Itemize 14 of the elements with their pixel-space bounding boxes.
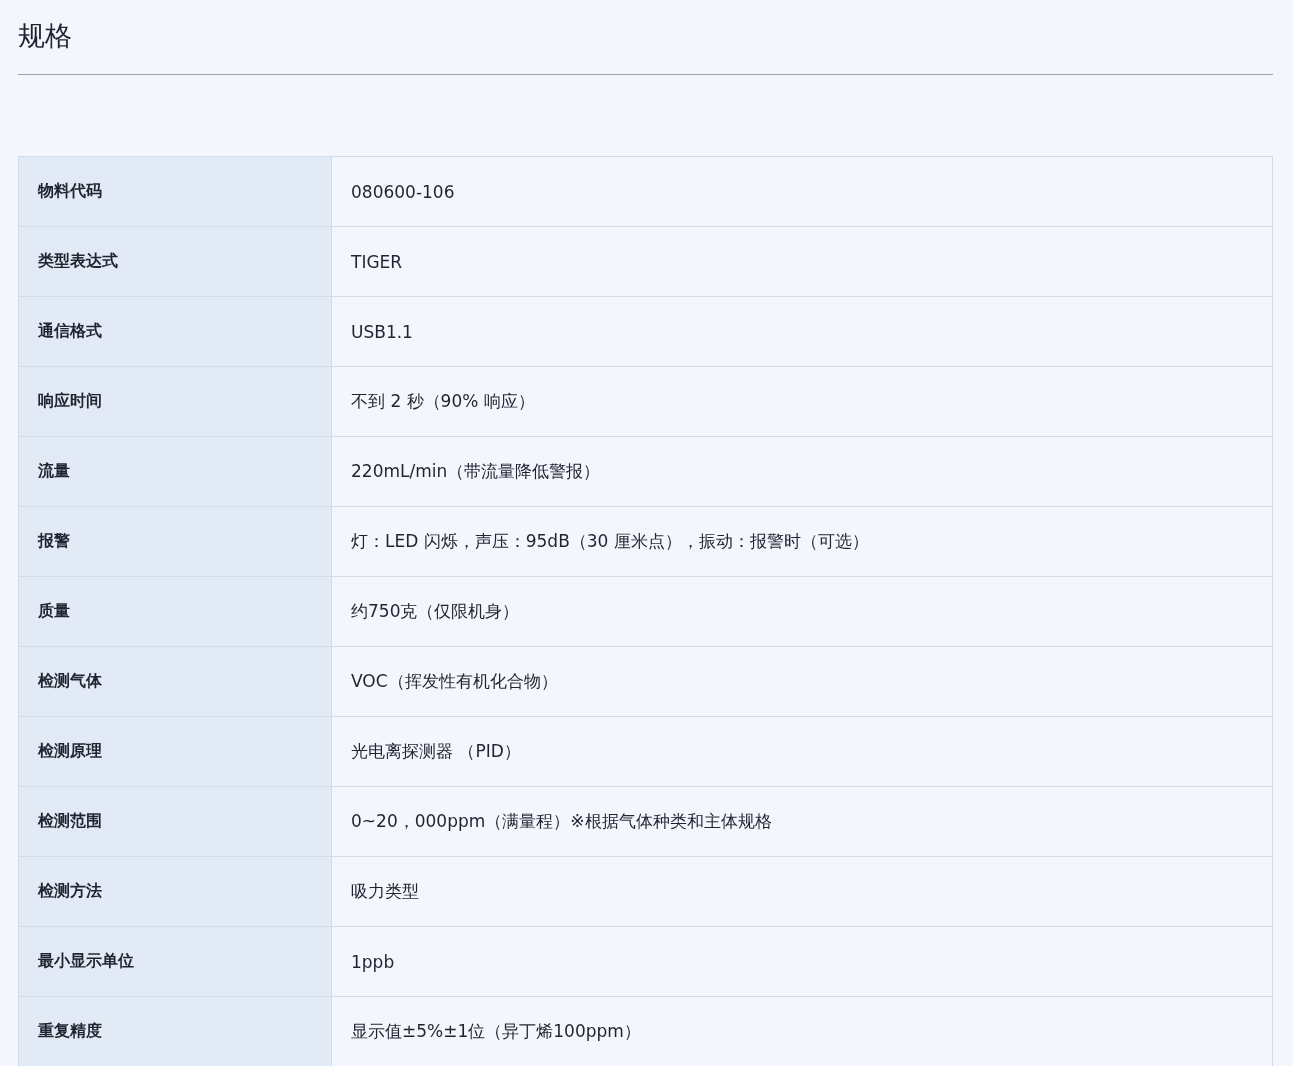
- header-cell: 通信格式: [19, 297, 332, 367]
- header-cell: 物料代码: [19, 157, 332, 227]
- header-cell: 检测气体: [19, 647, 332, 717]
- header-cell: 类型表达式: [19, 227, 332, 297]
- header-cell: 流量: [19, 437, 332, 507]
- page-title: 规格: [18, 14, 1273, 75]
- header-cell: 最小显示单位: [19, 927, 332, 997]
- header-cell: 报警: [19, 507, 332, 577]
- header-cell: 检测原理: [19, 717, 332, 787]
- header-cell: 检测方法: [19, 857, 332, 927]
- header-cell: 响应时间: [19, 367, 332, 437]
- header-cell: 重复精度: [19, 997, 332, 1066]
- header-cell: 检测范围: [19, 787, 332, 857]
- header-cell: 质量: [19, 577, 332, 647]
